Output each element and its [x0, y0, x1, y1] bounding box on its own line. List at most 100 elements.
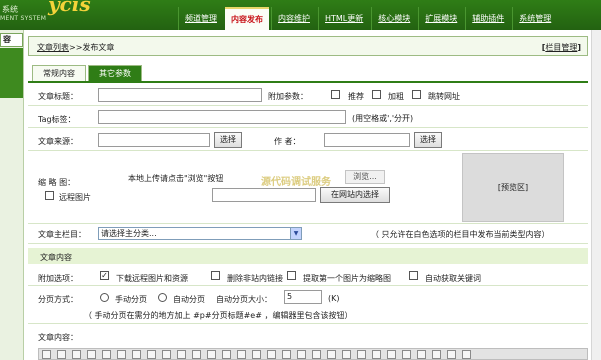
select-all-icon[interactable] [222, 349, 231, 359]
author-choose-button[interactable]: 选择 [414, 132, 442, 148]
breadcrumb: 文章列表>>发布文章 [37, 42, 114, 53]
nav-helper-plugin[interactable]: 辅助插件 [465, 7, 510, 30]
main-panel: 文章列表>>发布文章 [栏目管理] 常规内容 其它参数 文章标题： 附加参数： … [28, 36, 588, 360]
first-image-thumb-checkbox[interactable] [287, 271, 296, 280]
tag-row: Tag标签： (用空格或','分开) [28, 107, 588, 128]
undo-icon[interactable] [162, 349, 171, 359]
superscript-icon[interactable] [327, 349, 336, 359]
column-manage-link[interactable]: [栏目管理] [542, 42, 581, 53]
align-left-icon[interactable] [402, 349, 411, 359]
paging-hint: （ 手动分页在需分的地方加上 #p#分页标题#e# ，编辑器里包含该按钮） [84, 311, 353, 320]
content-section-header: 文章内容 [28, 248, 588, 264]
first-image-thumb-label: 提取第一个图片为缩略图 [303, 274, 391, 283]
bold-icon[interactable] [252, 349, 261, 359]
sidebar: 容 [0, 30, 24, 360]
tab-underline [28, 81, 588, 83]
extra-params-label: 附加参数： [268, 92, 308, 101]
paste-word-icon[interactable] [132, 349, 141, 359]
attach-options-row: 附加选项： ✓ 下载远程图片和资源 删除非站内链接 提取第一个图片为缩略图 自动… [28, 268, 588, 286]
logo-line-2: MENT SYSTEM [0, 15, 47, 22]
watermark: 源代码调试服务 [261, 177, 331, 188]
paging-auto-label: 自动分页 [173, 295, 205, 304]
find-icon[interactable] [192, 349, 201, 359]
replace-icon[interactable] [207, 349, 216, 359]
bold-label: 加粗 [388, 92, 404, 101]
nav-core-module[interactable]: 核心模块 [371, 7, 416, 30]
ordered-list-icon[interactable] [342, 349, 351, 359]
upload-hint: 本地上传请点击"浏览"按钮 [128, 174, 224, 183]
nav-extension-module[interactable]: 扩展模块 [418, 7, 463, 30]
sidebar-tab[interactable]: 容 [0, 33, 23, 47]
anchor-icon[interactable] [462, 349, 471, 359]
paging-size-label: 自动分页大小： [216, 295, 272, 304]
paging-size-input[interactable]: 5 [284, 290, 322, 304]
unordered-list-icon[interactable] [357, 349, 366, 359]
chevron-down-icon[interactable]: ▼ [290, 228, 301, 239]
redirect-url-checkbox[interactable] [412, 90, 421, 99]
site-choose-button[interactable]: 在网站内选择 [320, 187, 390, 203]
auto-keywords-checkbox[interactable] [409, 271, 418, 280]
author-input[interactable] [324, 133, 410, 147]
subscript-icon[interactable] [312, 349, 321, 359]
tag-label: Tag标签： [38, 115, 76, 124]
main-column-select[interactable]: 请选择主分类... ▼ [98, 227, 302, 240]
print-icon[interactable] [147, 349, 156, 359]
nav-system-manage[interactable]: 系统管理 [512, 7, 557, 30]
main-column-label: 文章主栏目： [38, 230, 86, 239]
recommend-checkbox[interactable] [331, 90, 340, 99]
bold-checkbox[interactable] [372, 90, 381, 99]
title-input[interactable] [98, 88, 262, 102]
paging-auto-radio[interactable] [158, 293, 167, 302]
tab-general-content[interactable]: 常规内容 [32, 65, 86, 81]
source-code-icon[interactable] [42, 349, 51, 359]
source-input[interactable] [98, 133, 210, 147]
paging-manual-radio[interactable] [100, 293, 109, 302]
nav-html-update[interactable]: HTML更新 [318, 7, 369, 30]
indent-icon[interactable] [387, 349, 396, 359]
remote-image-label: 远程图片 [59, 193, 91, 202]
thumbnail-path-input[interactable] [212, 188, 316, 202]
underline-icon[interactable] [282, 349, 291, 359]
thumbnail-preview: [预览区] [462, 153, 564, 222]
paste-icon[interactable] [102, 349, 111, 359]
source-row: 文章来源： 选择 作 者： 选择 [28, 129, 588, 151]
align-right-icon[interactable] [432, 349, 441, 359]
cut-icon[interactable] [72, 349, 81, 359]
attach-options-label: 附加选项： [38, 274, 78, 283]
download-remote-checkbox[interactable]: ✓ [100, 271, 109, 280]
breadcrumb-current: 发布文章 [82, 43, 115, 52]
breadcrumb-bar: 文章列表>>发布文章 [栏目管理] [28, 36, 588, 56]
logo: ycis 系统 MENT SYSTEM [0, 0, 178, 30]
recommend-label: 推荐 [348, 92, 364, 101]
tag-input[interactable] [98, 110, 346, 124]
top-header: ycis 系统 MENT SYSTEM 频道管理 内容发布 内容维护 HTML更… [0, 0, 601, 30]
scrollbar[interactable] [591, 30, 601, 360]
preview-icon[interactable] [57, 349, 66, 359]
source-label: 文章来源： [38, 137, 78, 146]
copy-icon[interactable] [87, 349, 96, 359]
body-label: 文章内容： [38, 333, 78, 342]
paging-size-unit: (K) [328, 294, 340, 303]
strikethrough-icon[interactable] [297, 349, 306, 359]
breadcrumb-article-list-link[interactable]: 文章列表 [37, 43, 69, 52]
breadcrumb-separator: >> [69, 43, 83, 52]
align-center-icon[interactable] [417, 349, 426, 359]
editor-toolbar [38, 348, 588, 360]
link-icon[interactable] [447, 349, 456, 359]
nav-channel-manage[interactable]: 频道管理 [178, 7, 223, 30]
redo-icon[interactable] [177, 349, 186, 359]
nav-content-maintain[interactable]: 内容维护 [271, 7, 316, 30]
nav-content-publish[interactable]: 内容发布 [225, 7, 269, 30]
italic-icon[interactable] [267, 349, 276, 359]
browse-button[interactable]: 浏览... [345, 170, 385, 184]
logo-brand: ycis [48, 0, 91, 16]
remove-links-checkbox[interactable] [211, 271, 220, 280]
remote-image-checkbox[interactable] [45, 191, 54, 200]
outdent-icon[interactable] [372, 349, 381, 359]
tab-other-params[interactable]: 其它参数 [88, 65, 142, 81]
paste-text-icon[interactable] [117, 349, 126, 359]
source-choose-button[interactable]: 选择 [214, 132, 242, 148]
download-remote-label: 下载远程图片和资源 [116, 274, 188, 283]
paging-label: 分页方式： [38, 295, 78, 304]
clear-format-icon[interactable] [237, 349, 246, 359]
